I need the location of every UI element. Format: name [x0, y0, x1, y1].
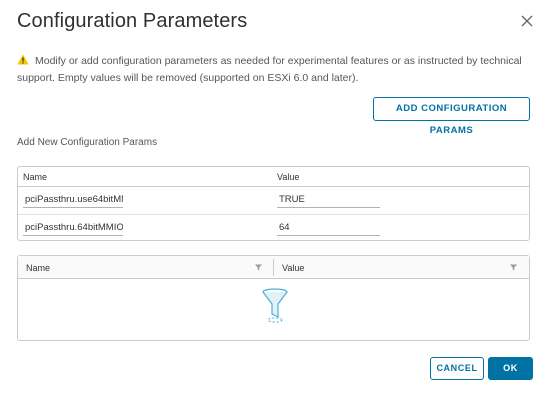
warning-icon	[17, 54, 29, 65]
param-name-input[interactable]: pciPassthru.64bitMMIOS	[23, 221, 123, 236]
param-value-input[interactable]: TRUE	[277, 193, 380, 208]
empty-filter-icon	[262, 288, 288, 323]
param-name-input[interactable]: pciPassthru.use64bitMM	[23, 193, 123, 208]
column-header-value[interactable]: Value	[282, 263, 304, 273]
configuration-parameters-dialog: Configuration Parameters Modify or add c…	[0, 0, 547, 394]
param-value-input[interactable]: 64	[277, 221, 380, 236]
column-header-name[interactable]: Name	[26, 263, 50, 273]
table-row: pciPassthru.use64bitMM TRUE	[18, 187, 529, 214]
warning-text: Modify or add configuration parameters a…	[17, 55, 522, 84]
warning-message: Modify or add configuration parameters a…	[17, 53, 532, 87]
column-header-value: Value	[277, 172, 300, 182]
close-icon[interactable]	[520, 14, 534, 28]
ok-button[interactable]: OK	[488, 357, 533, 380]
add-configuration-params-button[interactable]: ADD CONFIGURATION PARAMS	[373, 97, 530, 136]
new-params-table: Name Value pciPassthru.use64bitMM TRUE p…	[17, 166, 530, 241]
section-label: Add New Configuration Params	[17, 137, 158, 148]
filter-icon[interactable]	[255, 264, 262, 271]
dialog-title: Configuration Parameters	[17, 10, 248, 32]
table-row: pciPassthru.64bitMMIOS 64	[18, 214, 529, 241]
table-header: Name Value	[18, 167, 529, 187]
existing-params-table: Name Value	[17, 255, 530, 341]
column-divider[interactable]	[273, 259, 274, 276]
table-header: Name Value	[18, 256, 529, 279]
column-header-name: Name	[23, 172, 48, 182]
filter-icon[interactable]	[510, 264, 517, 271]
cancel-button[interactable]: CANCEL	[430, 357, 484, 380]
